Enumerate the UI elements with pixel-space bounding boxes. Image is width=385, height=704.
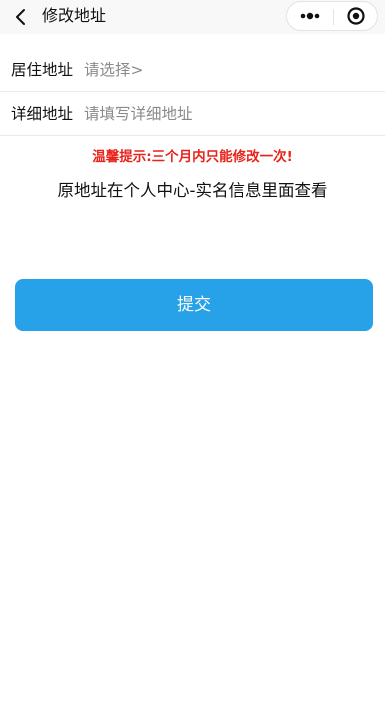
navigation-bar: 修改地址 (0, 0, 385, 34)
close-button[interactable] (334, 2, 378, 30)
back-button[interactable] (12, 6, 32, 28)
info-notice: 原地址在个人中心-实名信息里面查看 (57, 181, 328, 200)
target-circle-icon (347, 7, 365, 25)
warning-notice: 温馨提示:三个月内只能修改一次! (92, 149, 293, 165)
detail-address-label: 详细地址 (11, 105, 74, 123)
detail-address-input[interactable] (84, 100, 364, 128)
mini-program-capsule (286, 1, 378, 31)
residence-address-picker[interactable]: 请选择> (84, 60, 144, 80)
chevron-left-icon (16, 9, 25, 25)
submit-button[interactable]: 提交 (15, 279, 373, 331)
more-button[interactable] (287, 2, 333, 30)
page: 修改地址 居住地址 请选择> 详细地址 温馨提示:三 (0, 0, 385, 704)
detail-address-row: 详细地址 (0, 92, 385, 136)
residence-address-label: 居住地址 (11, 61, 74, 79)
more-dots-icon (300, 12, 320, 20)
residence-address-row[interactable]: 居住地址 请选择> (0, 48, 385, 92)
page-title: 修改地址 (42, 6, 107, 25)
